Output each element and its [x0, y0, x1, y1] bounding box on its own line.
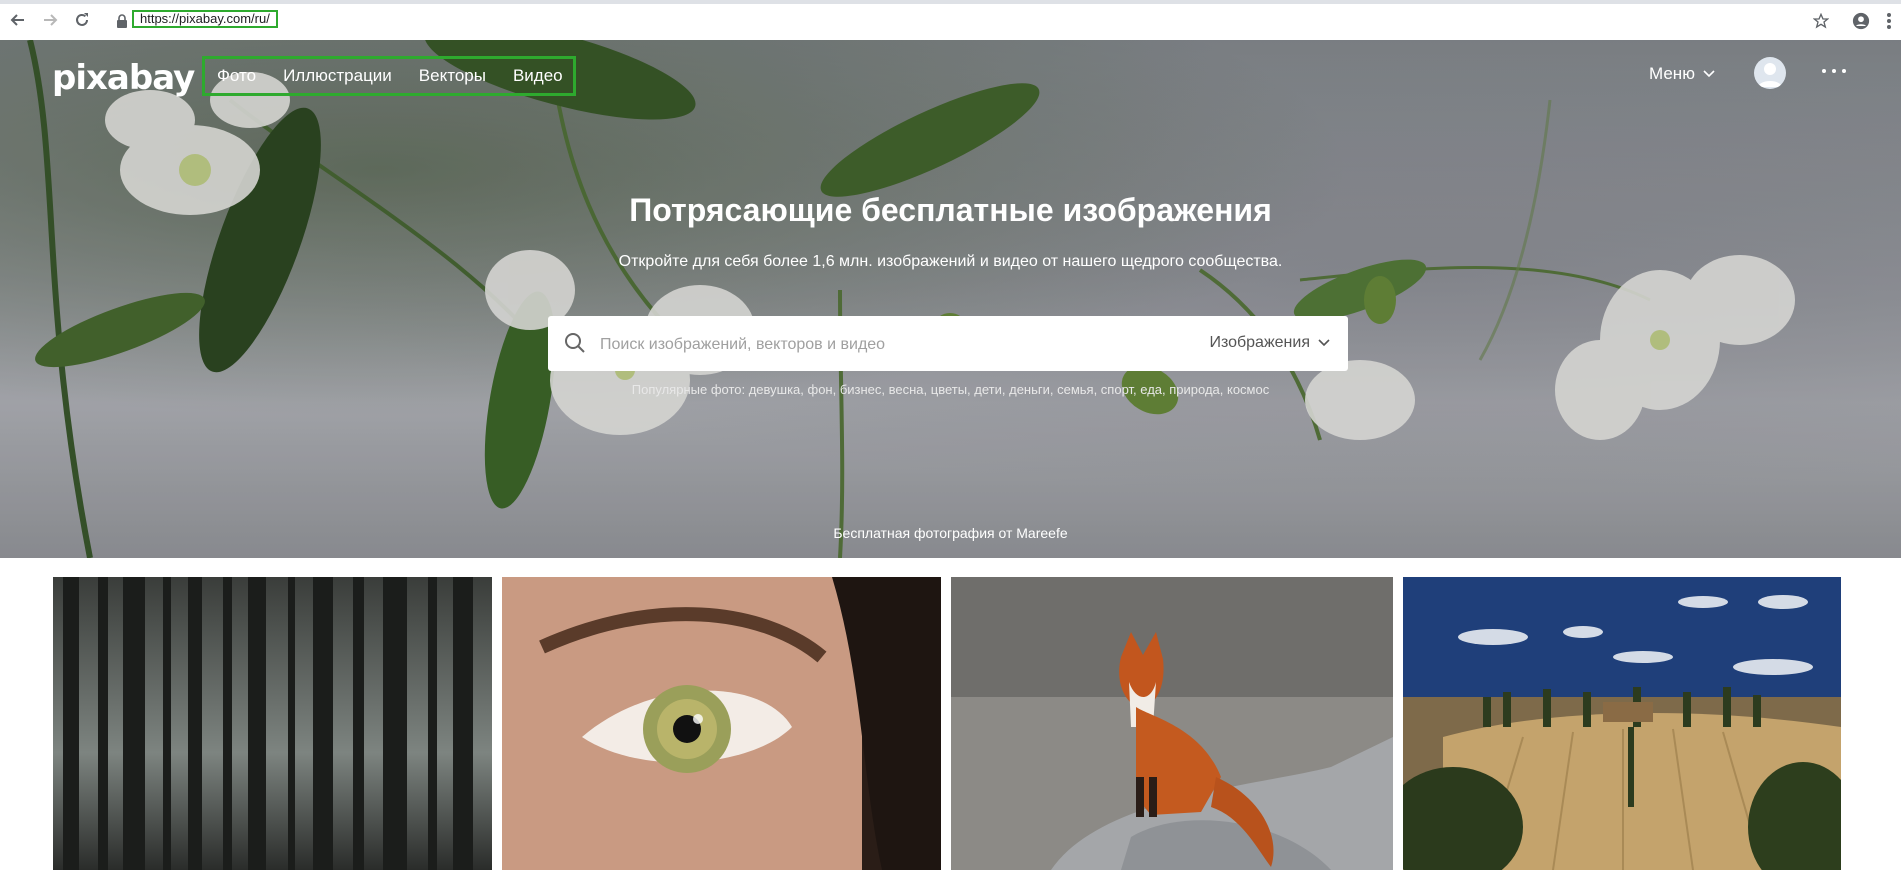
lock-icon — [116, 14, 128, 28]
gallery-image-fox[interactable] — [951, 577, 1393, 870]
nav-photo[interactable]: Фото — [205, 66, 271, 86]
nav-video[interactable]: Видео — [501, 66, 578, 86]
hero-subtitle: Откройте для себя более 1,6 млн. изображ… — [618, 253, 1283, 270]
search-type-label: Изображения — [1209, 334, 1310, 351]
gallery-image-tuscany[interactable] — [1403, 577, 1841, 870]
forward-arrow-icon[interactable] — [40, 10, 60, 30]
star-icon[interactable] — [1810, 10, 1832, 32]
chevron-down-icon — [1703, 70, 1715, 78]
search-type-dropdown[interactable]: Изображения — [1209, 334, 1330, 352]
more-options-button[interactable] — [1822, 64, 1846, 78]
browser-toolbar: https://pixabay.com/ru/ — [0, 0, 1901, 41]
avatar[interactable] — [1754, 57, 1786, 89]
photo-credit[interactable]: Бесплатная фотография от Mareefe — [0, 525, 1901, 541]
search-input[interactable] — [598, 316, 1222, 373]
address-bar[interactable]: https://pixabay.com/ru/ — [132, 10, 278, 28]
hero-overlay — [0, 40, 1901, 558]
gallery-image-eye[interactable] — [502, 577, 941, 870]
chevron-down-icon — [1318, 339, 1330, 347]
menu-label: Меню — [1649, 64, 1695, 83]
category-nav: Фото Иллюстрации Векторы Видео — [202, 56, 576, 96]
kebab-menu-icon[interactable] — [1878, 10, 1900, 32]
hero-banner: pixabay Фото Иллюстрации Векторы Видео М… — [0, 40, 1901, 558]
nav-vectors[interactable]: Векторы — [407, 66, 501, 86]
nav-illustrations[interactable]: Иллюстрации — [271, 66, 407, 86]
popular-searches[interactable]: Популярные фото: девушка, фон, бизнес, в… — [0, 382, 1901, 397]
tab-strip-edge — [0, 0, 1901, 4]
account-icon[interactable] — [1850, 10, 1872, 32]
search-icon[interactable] — [564, 332, 586, 354]
back-arrow-icon[interactable] — [8, 10, 28, 30]
menu-button[interactable]: Меню — [1649, 64, 1715, 84]
search-bar: Изображения — [548, 316, 1348, 373]
url-text: https://pixabay.com/ru/ — [140, 11, 270, 26]
user-icon — [1758, 63, 1782, 87]
pixabay-logo[interactable]: pixabay — [52, 58, 195, 98]
reload-icon[interactable] — [72, 10, 92, 30]
gallery-image-forest[interactable] — [53, 577, 492, 870]
hero-title: Потрясающие бесплатные изображения — [629, 192, 1272, 228]
